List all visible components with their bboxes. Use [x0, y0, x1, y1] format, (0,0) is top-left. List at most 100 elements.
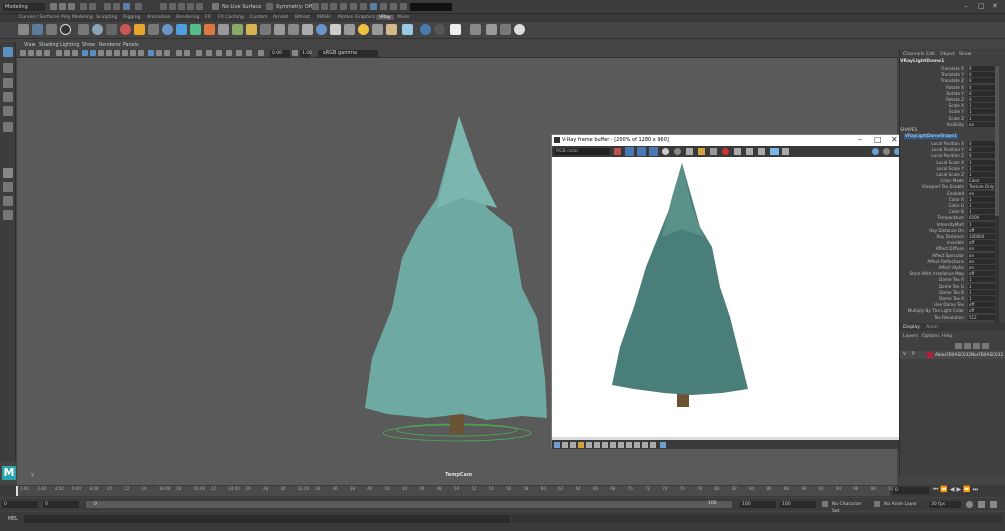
xray-icon[interactable]	[156, 50, 162, 56]
view-transform-icon[interactable]	[226, 50, 232, 56]
shelf-tab-curves[interactable]: Curves / Surfaces	[19, 15, 59, 20]
snapshot-icon[interactable]	[246, 50, 252, 56]
motion-blur-icon[interactable]	[130, 50, 136, 56]
character-set-dropdown[interactable]: No Character Set	[830, 501, 870, 514]
vfb-curve-icon[interactable]	[586, 442, 592, 448]
vray-vfb-icon[interactable]	[78, 24, 89, 35]
save-scene-icon[interactable]	[68, 3, 75, 10]
vray-mesh-icon[interactable]	[218, 24, 229, 35]
shape-attr-value[interactable]: 0	[968, 147, 996, 153]
vray-denoiser-icon[interactable]	[500, 24, 511, 35]
vfb-render-canvas[interactable]	[552, 157, 902, 437]
side-by-side-icon[interactable]	[3, 196, 13, 206]
vfb-exposure-icon[interactable]	[562, 442, 568, 448]
vray-logo-icon[interactable]	[60, 24, 71, 35]
wireframe-icon[interactable]	[82, 50, 88, 56]
playback-start-field[interactable]: 0	[43, 501, 79, 508]
snap-grid-icon[interactable]	[160, 3, 167, 10]
vfb-ipr-icon[interactable]	[782, 148, 789, 155]
light-lister-icon[interactable]	[134, 24, 145, 35]
vfb-folder-icon[interactable]	[698, 148, 705, 155]
vfb-stop-icon[interactable]	[722, 148, 729, 155]
shelf-tab-animation[interactable]: Animation	[147, 15, 170, 20]
vray-proxy-icon[interactable]	[148, 24, 159, 35]
playback-end-field[interactable]: 100	[740, 501, 776, 508]
channel-value[interactable]: 0	[968, 72, 996, 78]
shape-attr-value[interactable]: 1	[968, 283, 996, 289]
vfb-save-icon[interactable]	[662, 148, 669, 155]
layer-menu-layers[interactable]: Layers	[903, 334, 918, 339]
xray-joints-icon[interactable]	[164, 50, 170, 56]
vfb-load-icon[interactable]	[674, 148, 681, 155]
vray-spot-light-icon[interactable]	[372, 24, 383, 35]
vfb-compare-icon[interactable]	[626, 442, 632, 448]
channel-value[interactable]: 0	[968, 90, 996, 96]
new-layer-selected-icon[interactable]	[964, 343, 971, 349]
channel-value[interactable]: 0	[968, 78, 996, 84]
shelf-tab-sculpting[interactable]: Sculpting	[96, 15, 117, 20]
exposure-icon[interactable]	[206, 50, 212, 56]
symmetry-icon[interactable]	[266, 3, 273, 10]
channel-box-menu-show[interactable]: Show	[959, 52, 971, 57]
vray-object-props-icon[interactable]	[302, 24, 313, 35]
ipr-icon[interactable]	[340, 3, 347, 10]
vray-ies-light-icon[interactable]	[344, 24, 355, 35]
channel-value[interactable]: 1	[968, 109, 996, 115]
user-account-box[interactable]	[410, 3, 452, 11]
shelf-tab-vray[interactable]: VRay	[376, 15, 394, 20]
sphere-light-icon[interactable]	[92, 24, 103, 35]
current-frame-field[interactable]: 0	[893, 487, 929, 494]
vray-displacement-icon[interactable]	[470, 24, 481, 35]
vray-render-elements-icon[interactable]	[486, 24, 497, 35]
rotate-tool-icon[interactable]	[3, 106, 13, 116]
vfb-white-balance-icon[interactable]	[570, 442, 576, 448]
vfb-mono-icon[interactable]	[649, 147, 658, 156]
snap-curve-icon[interactable]	[169, 3, 176, 10]
viewport-menu-lighting[interactable]: Lighting	[60, 43, 79, 48]
render-frame-icon[interactable]	[321, 3, 328, 10]
shape-attr-value[interactable]: off	[968, 308, 996, 314]
color-space-dropdown[interactable]: sRGB gamma	[318, 50, 378, 57]
vray-fur-icon[interactable]	[176, 24, 187, 35]
shape-attr-value[interactable]: 1	[968, 277, 996, 283]
shelf-tab-mash[interactable]: MASH	[317, 15, 330, 20]
exposure-dial-icon[interactable]	[258, 50, 264, 56]
current-time-marker[interactable]	[16, 486, 18, 496]
vfb-region-icon[interactable]	[734, 148, 741, 155]
character-controls-icon[interactable]	[390, 3, 397, 10]
maximize-button[interactable]: □	[978, 2, 985, 10]
shelf-tab-fx-caching[interactable]: FX Caching	[218, 15, 244, 20]
shelf-tab-custom[interactable]: Custom	[250, 15, 268, 20]
layer-color-swatch[interactable]	[927, 352, 933, 358]
channel-value[interactable]: 0	[968, 97, 996, 102]
vfb-histogram-icon[interactable]	[642, 442, 648, 448]
shelf-menu-icon[interactable]	[18, 24, 29, 35]
ambient-occlusion-icon[interactable]	[122, 50, 128, 56]
vray-scene-icon[interactable]	[232, 24, 243, 35]
shelf-tab-rigging[interactable]: Rigging	[123, 15, 140, 20]
layer-playback-flag[interactable]: P	[912, 352, 915, 357]
render-sequence-icon[interactable]	[330, 3, 337, 10]
lasso-tool-icon[interactable]	[3, 63, 13, 73]
channel-value[interactable]: 0	[968, 66, 996, 71]
channel-box-menu-object[interactable]: Object	[940, 52, 955, 57]
vfb-alpha-icon[interactable]	[637, 147, 646, 156]
vfb-render-icon[interactable]	[770, 148, 779, 155]
exposure-field[interactable]: 0.00	[270, 50, 290, 57]
grid-icon[interactable]	[56, 50, 62, 56]
prefs-icon[interactable]	[990, 501, 997, 508]
lasso-icon[interactable]	[135, 3, 142, 10]
mel-label[interactable]: MEL	[8, 517, 18, 522]
auto-key-icon[interactable]	[978, 501, 985, 508]
textured-icon[interactable]	[98, 50, 104, 56]
channel-value[interactable]: 1	[968, 115, 996, 121]
mel-input[interactable]	[24, 515, 510, 523]
vfb-close-button[interactable]: ✕	[891, 135, 898, 144]
vray-env-icon[interactable]	[420, 24, 431, 35]
vray-settings-icon[interactable]	[106, 24, 117, 35]
vfb-corrections-icon[interactable]	[554, 442, 560, 448]
shape-attr-value[interactable]: 0	[968, 141, 996, 146]
vray-dark-sphere-icon[interactable]	[434, 24, 445, 35]
new-layer-icon[interactable]	[955, 343, 962, 349]
vfb-lut-icon[interactable]	[602, 442, 608, 448]
